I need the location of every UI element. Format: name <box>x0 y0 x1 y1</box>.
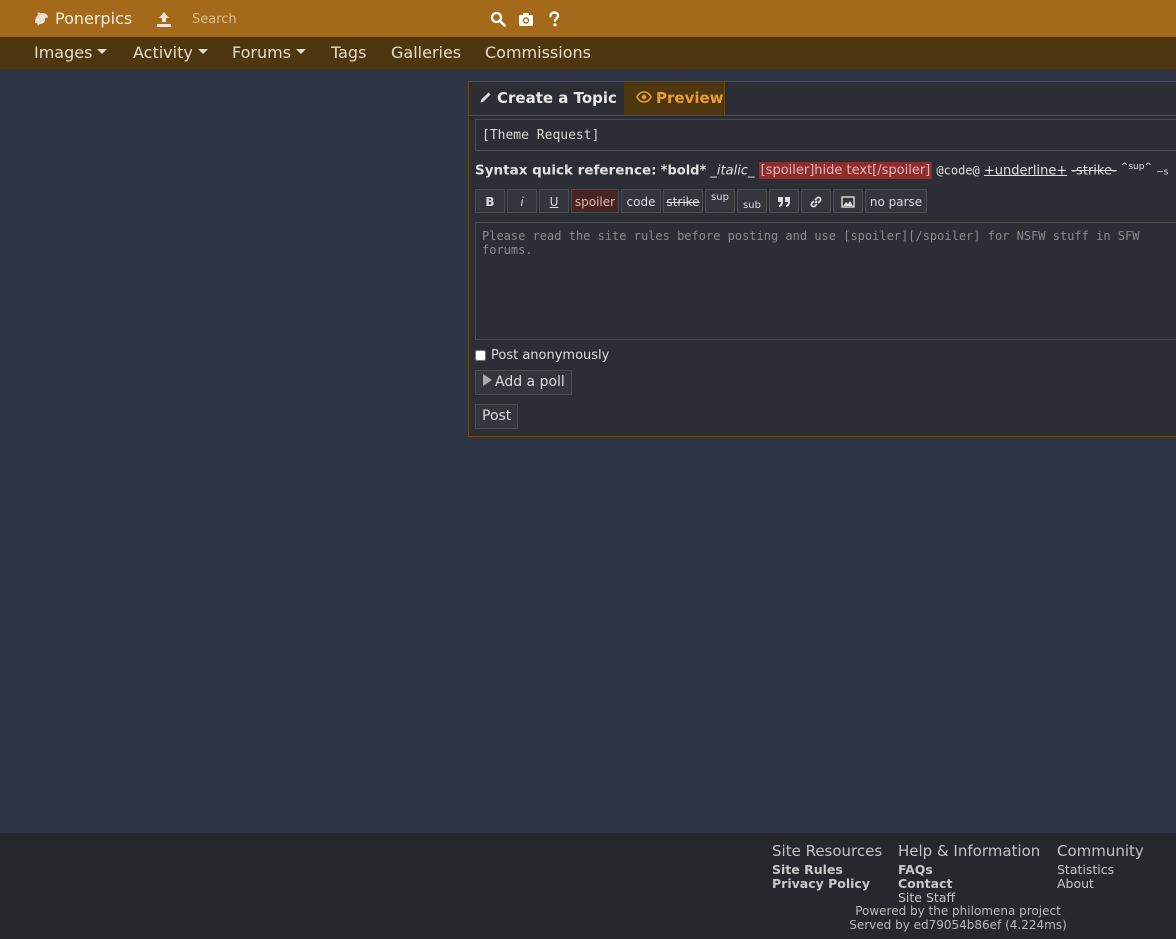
eye-icon <box>636 90 652 103</box>
powered-by: Powered by the philomena project <box>855 904 1061 918</box>
nav-commissions[interactable]: Commissions <box>485 37 591 69</box>
nav-forums[interactable]: Forums <box>232 37 307 69</box>
topic-body-textarea[interactable] <box>475 222 1176 340</box>
anonymous-checkbox[interactable] <box>475 350 486 361</box>
nav-images[interactable]: Images <box>34 37 108 69</box>
create-topic-panel: Create a Topic Preview Syntax quick refe… <box>468 81 1176 437</box>
top-header: Ponerpics <box>0 0 1176 37</box>
footer-help: Help & Information FAQs Contact Site Sta… <box>898 842 1040 905</box>
add-poll-button[interactable]: Add a poll <box>475 370 572 395</box>
subscript-button[interactable]: sub <box>737 189 767 213</box>
footer-link-site-staff[interactable]: Site Staff <box>898 891 1040 905</box>
site-footer: Site Resources Site Rules Privacy Policy… <box>0 833 1176 939</box>
triangle-right-icon <box>483 374 492 386</box>
footer-heading: Site Resources <box>772 842 883 860</box>
footer-link-privacy-policy[interactable]: Privacy Policy <box>772 877 882 891</box>
italic-button[interactable]: i <box>507 189 537 213</box>
site-logo[interactable]: Ponerpics <box>33 9 132 28</box>
tab-create-topic[interactable]: Create a Topic <box>469 82 628 115</box>
nav-tags[interactable]: Tags <box>331 37 366 69</box>
pencil-icon <box>480 92 491 102</box>
tab-bar: Create a Topic Preview <box>469 82 1176 116</box>
footer-community: Community Statistics About <box>1057 842 1144 891</box>
upload-icon[interactable] <box>156 11 172 27</box>
link-icon <box>810 196 822 208</box>
nav-activity[interactable]: Activity <box>133 37 208 69</box>
footer-link-statistics[interactable]: Statistics <box>1057 863 1144 877</box>
image-icon <box>841 196 855 208</box>
link-button[interactable] <box>801 189 831 213</box>
search-input[interactable] <box>186 8 488 30</box>
code-button[interactable]: code <box>621 189 661 213</box>
tab-preview[interactable]: Preview <box>624 82 725 115</box>
nav-galleries[interactable]: Galleries <box>391 37 461 69</box>
caret-down-icon <box>296 49 307 54</box>
topic-title-input[interactable] <box>475 119 1176 151</box>
strike-button[interactable]: strike <box>663 189 703 213</box>
search-icon[interactable] <box>490 11 506 27</box>
help-icon[interactable] <box>546 11 562 27</box>
quote-button[interactable] <box>769 189 799 213</box>
caret-down-icon <box>197 49 208 54</box>
footer-heading: Help & Information <box>898 842 1041 860</box>
footer-heading: Community <box>1057 842 1144 860</box>
anonymous-option[interactable]: Post anonymously <box>475 348 609 363</box>
quote-icon <box>778 197 790 207</box>
main-nav: Images Activity Forums Tags Galleries Co… <box>0 37 1176 69</box>
no-parse-button[interactable]: no parse <box>865 189 927 213</box>
footer-link-site-rules[interactable]: Site Rules <box>772 863 882 877</box>
footer-link-faqs[interactable]: FAQs <box>898 863 1040 877</box>
superscript-button[interactable]: sup <box>705 189 735 213</box>
served-by: Served by ed79054b86ef (4.224ms) <box>849 918 1067 932</box>
bold-button[interactable]: B <box>475 189 505 213</box>
footer-link-contact[interactable]: Contact <box>898 877 1040 891</box>
syntax-reference: Syntax quick reference: *bold* _italic_ … <box>475 162 1169 180</box>
post-button[interactable]: Post <box>475 404 519 429</box>
footer-site-resources: Site Resources Site Rules Privacy Policy <box>772 842 882 891</box>
spoiler-button[interactable]: spoiler <box>571 189 619 213</box>
footer-link-about[interactable]: About <box>1057 877 1144 891</box>
camera-icon[interactable] <box>518 11 534 27</box>
site-name: Ponerpics <box>55 9 133 28</box>
underline-button[interactable]: U <box>539 189 569 213</box>
image-button[interactable] <box>833 189 863 213</box>
logo-icon <box>35 12 48 26</box>
caret-down-icon <box>97 49 108 54</box>
